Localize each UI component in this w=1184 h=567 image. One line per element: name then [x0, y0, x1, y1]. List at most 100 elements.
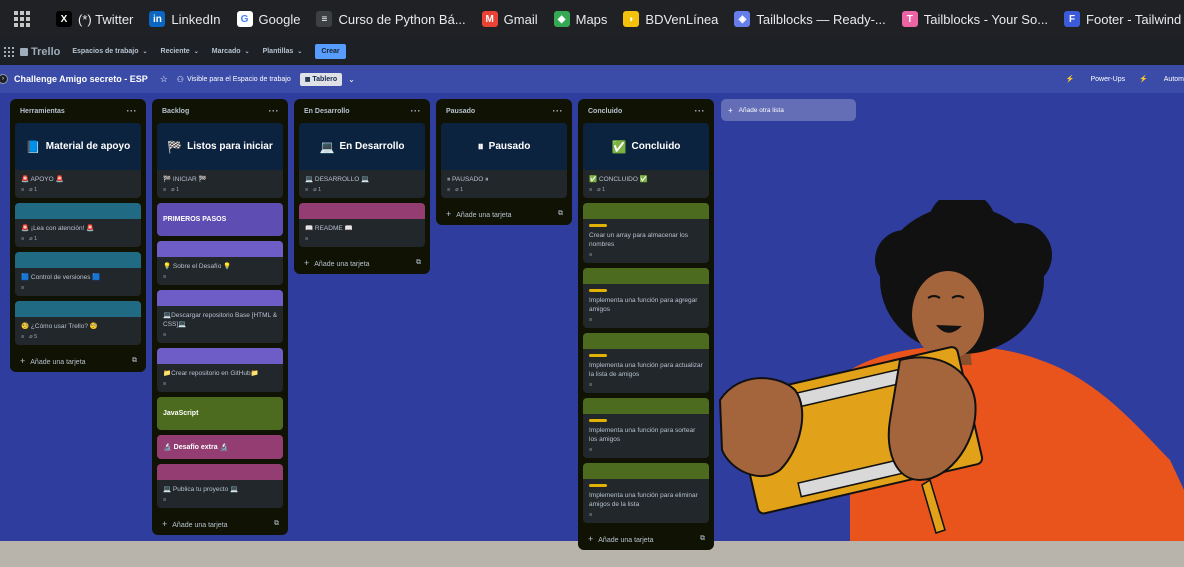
bookmark-item[interactable]: ≡ Curso de Python Bá... — [316, 11, 466, 27]
bookmark-item[interactable]: M Gmail — [481, 11, 538, 27]
list-title[interactable]: Backlog — [162, 108, 189, 115]
list-title[interactable]: Pausado — [446, 108, 475, 115]
template-icon[interactable]: ⧉ — [274, 520, 279, 528]
card-cover-pausado[interactable]: ⏸ Pausado ⏸ PAUSADO ⏸ ≡ ⌀ 1 — [441, 123, 567, 198]
bookmark-item[interactable]: G Google — [236, 11, 300, 27]
bookmark-item[interactable]: ◆ Maps — [553, 11, 608, 27]
card-cover-strip — [583, 203, 709, 219]
add-card-button[interactable]: + Añade una tarjeta ⧉ — [15, 350, 141, 372]
label-yellow[interactable] — [589, 354, 607, 357]
template-icon[interactable]: ⧉ — [558, 210, 563, 218]
label-yellow[interactable] — [589, 484, 607, 487]
card-cover: 💻 En Desarrollo — [299, 123, 425, 170]
card-eliminar-amigos[interactable]: Implementa una función para eliminar ami… — [583, 463, 709, 523]
add-card-button[interactable]: + Añade una tarjeta ⧉ — [299, 252, 425, 274]
list-title[interactable]: Concluido — [588, 108, 622, 115]
trello-logo[interactable]: Trello — [20, 46, 60, 58]
description-icon: ≡ — [589, 447, 593, 453]
card-title: 💻Descargar repositorio Base [HTML & CSS]… — [163, 312, 278, 328]
bookmark-item[interactable]: ◈ Tailblocks — Ready-... — [734, 11, 886, 27]
menu-templates[interactable]: Plantillas ⌄ — [263, 48, 303, 55]
menu-starred[interactable]: Marcado ⌄ — [212, 48, 250, 55]
menu-workspaces[interactable]: Espacios de trabajo ⌄ — [72, 48, 147, 55]
card-crear-repo[interactable]: 📁Crear repositorio en GitHub📁 ≡ — [157, 348, 283, 392]
template-icon[interactable]: ⧉ — [700, 535, 705, 543]
list-en-desarrollo: En Desarrollo ··· 💻 En Desarrollo 💻 DESARR… — [294, 99, 430, 274]
menu-recent[interactable]: Reciente ⌄ — [161, 48, 199, 55]
google-icon: G — [236, 11, 253, 27]
card-title: 📁Crear repositorio en GitHub📁 — [163, 370, 259, 377]
app-switcher-icon[interactable] — [4, 46, 14, 57]
checkered-flag-icon: 🏁 — [167, 139, 183, 154]
description-icon: ≡ — [21, 334, 25, 340]
label-yellow[interactable] — [589, 289, 607, 292]
card-como-usar-trello[interactable]: 🧐 ¿Cómo usar Trello? 🧐 ≡ ⌀ 5 — [15, 301, 141, 345]
board-view-button[interactable]: ▦ Tablero — [299, 72, 343, 86]
card-section-javascript[interactable]: JavaScript — [157, 397, 283, 430]
bookmark-item[interactable]: in LinkedIn — [149, 11, 221, 27]
plus-icon: + — [588, 534, 594, 544]
attachment-icon: ⌀ 1 — [29, 236, 38, 242]
card-cover-strip — [15, 203, 141, 219]
label-yellow[interactable] — [589, 224, 607, 227]
template-icon[interactable]: ⧉ — [132, 357, 137, 365]
power-ups-button[interactable]: ⚡ Power-Ups — [1066, 75, 1125, 83]
card-cover-material[interactable]: 📘 Material de apoyo 🚨 APOYO 🚨 ≡ ⌀ 1 — [15, 123, 141, 198]
card-descargar-repo[interactable]: 💻Descargar repositorio Base [HTML & CSS]… — [157, 290, 283, 343]
sidebar-toggle-icon[interactable]: › — [0, 74, 8, 84]
card-section-primeros-pasos[interactable]: PRIMEROS PASOS — [157, 203, 283, 236]
create-button[interactable]: Crear — [315, 44, 346, 59]
card-readme[interactable]: 📖 README 📖 ≡ — [299, 203, 425, 247]
board-icon: ▦ — [304, 76, 311, 83]
apps-grid-icon[interactable] — [14, 11, 30, 27]
card-agregar-amigos[interactable]: Implementa una función para agregar amig… — [583, 268, 709, 328]
bookmark-item[interactable]: F Footer - Tailwind CS... — [1064, 11, 1184, 27]
add-list-button[interactable]: + Añade otra lista — [721, 99, 856, 121]
card-badges: ≡ — [305, 236, 420, 242]
template-icon[interactable]: ⧉ — [416, 259, 421, 267]
bookmark-item[interactable]: ◗ BDVenLínea — [623, 11, 718, 27]
card-badges: ≡ — [589, 512, 704, 518]
list-menu-icon[interactable]: ··· — [127, 106, 138, 116]
visibility-button[interactable]: ⚇ Visible para el Espacio de trabajo — [177, 75, 291, 84]
views-dropdown-icon[interactable]: ⌄ — [348, 75, 355, 84]
description-icon: ≡ — [589, 512, 593, 518]
card-cover-desarrollo[interactable]: 💻 En Desarrollo 💻 DESARROLLO 💻 ≡ ⌀ 1 — [299, 123, 425, 198]
card-title: 💡 Sobre el Desafío 💡 — [163, 263, 232, 270]
card-section-desafio-extra[interactable]: 🔬 Desafío extra 🔬 — [157, 435, 283, 459]
description-icon: ≡ — [21, 187, 25, 193]
bookmark-item[interactable]: X (*) Twitter — [56, 11, 133, 27]
star-icon[interactable]: ☆ — [160, 74, 168, 85]
list-menu-icon[interactable]: ··· — [695, 106, 706, 116]
list-menu-icon[interactable]: ··· — [269, 106, 280, 116]
label-yellow[interactable] — [589, 419, 607, 422]
card-publica-proyecto[interactable]: 💻 Publica tu proyecto 💻 ≡ — [157, 464, 283, 508]
card-sortear-amigos[interactable]: Implementa una función para sortear los … — [583, 398, 709, 458]
card-cover-listos[interactable]: 🏁 Listos para iniciar 🏁 INICIAR 🏁 ≡ ⌀ 1 — [157, 123, 283, 198]
trello-logo-icon — [20, 47, 28, 56]
card-lea-atencion[interactable]: 🚨 ¡Lea con atención! 🚨 ≡ ⌀ 1 — [15, 203, 141, 247]
add-card-button[interactable]: + Añade una tarjeta ⧉ — [583, 528, 709, 550]
bookmark-label: Tailblocks - Your So... — [923, 11, 1049, 27]
card-crear-array[interactable]: Crear un array para almacenar los nombre… — [583, 203, 709, 263]
list-title[interactable]: Herramientas — [20, 108, 65, 115]
list-menu-icon[interactable]: ··· — [411, 106, 422, 116]
card-badges: ≡ — [589, 382, 704, 388]
list-menu-icon[interactable]: ··· — [553, 106, 564, 116]
card-actualizar-lista[interactable]: Implementa una función para actualizar l… — [583, 333, 709, 393]
pause-icon: ⏸ — [477, 139, 484, 153]
card-sobre-desafio[interactable]: 💡 Sobre el Desafío 💡 ≡ — [157, 241, 283, 285]
card-control-versiones[interactable]: 🟦 Control de versiones 🟦 ≡ — [15, 252, 141, 296]
board-title[interactable]: Challenge Amigo secreto - ESP — [14, 74, 148, 84]
add-card-button[interactable]: + Añade una tarjeta ⧉ — [441, 203, 567, 225]
card-cover-concluido[interactable]: ✅ Concluido ✅ CONCLUIDO ✅ ≡ ⌀ 1 — [583, 123, 709, 198]
card-cover-strip — [15, 252, 141, 268]
bookmark-label: Maps — [575, 11, 608, 27]
automation-button[interactable]: ⚡ Autom — [1139, 75, 1184, 83]
card-cover-strip — [299, 203, 425, 219]
add-card-button[interactable]: + Añade una tarjeta ⧉ — [157, 513, 283, 535]
bookmark-item[interactable]: T Tailblocks - Your So... — [901, 11, 1049, 27]
list-backlog: Backlog ··· 🏁 Listos para iniciar 🏁 INICIA… — [152, 99, 288, 535]
list-title[interactable]: En Desarrollo — [304, 108, 350, 115]
card-title: Implementa una función para sortear los … — [589, 427, 696, 443]
